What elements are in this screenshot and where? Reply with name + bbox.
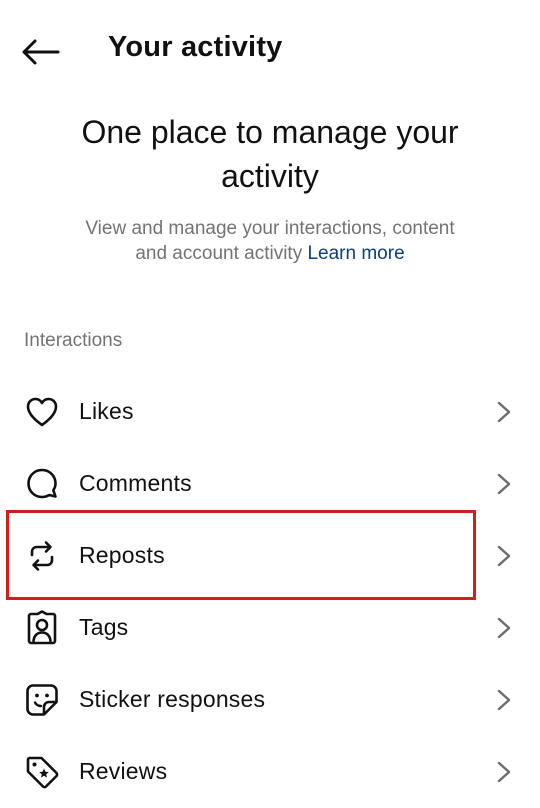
chevron-right-icon xyxy=(494,544,514,568)
heart-icon xyxy=(24,394,60,430)
interactions-list: Likes Comments Reposts Tags Sticker resp… xyxy=(0,376,540,808)
header-bar: Your activity xyxy=(0,0,540,100)
list-item-label: Reviews xyxy=(79,758,168,784)
hero-heading: One place to manage your activity xyxy=(81,114,459,194)
learn-more-link[interactable]: Learn more xyxy=(307,243,404,264)
list-item-label: Sticker responses xyxy=(79,686,266,712)
list-item-tags[interactable]: Tags xyxy=(0,592,540,664)
page-title: Your activity xyxy=(108,31,283,63)
repost-icon xyxy=(24,538,60,574)
chevron-right-icon xyxy=(494,472,514,496)
list-item-label: Tags xyxy=(79,614,129,640)
list-item-label: Likes xyxy=(79,398,134,424)
list-item-label: Comments xyxy=(79,470,192,496)
list-item-comments[interactable]: Comments xyxy=(0,448,540,520)
back-button[interactable] xyxy=(18,32,62,72)
list-item-label: Reposts xyxy=(79,542,165,568)
list-item-reviews[interactable]: Reviews xyxy=(0,736,540,808)
comment-bubble-icon xyxy=(24,466,60,502)
sticker-icon xyxy=(24,682,60,718)
list-item-likes[interactable]: Likes xyxy=(0,376,540,448)
chevron-right-icon xyxy=(494,616,514,640)
section-label-interactions: Interactions xyxy=(24,330,123,351)
chevron-right-icon xyxy=(494,688,514,712)
list-item-sticker-responses[interactable]: Sticker responses xyxy=(0,664,540,736)
chevron-right-icon xyxy=(494,760,514,784)
hero-section: One place to manage your activity View a… xyxy=(0,110,540,266)
chevron-right-icon xyxy=(494,400,514,424)
review-tag-icon xyxy=(24,754,60,790)
list-item-reposts[interactable]: Reposts xyxy=(0,520,540,592)
tag-person-icon xyxy=(24,610,60,646)
hero-description: View and manage your interactions, conte… xyxy=(85,216,455,266)
back-arrow-icon xyxy=(22,39,60,65)
